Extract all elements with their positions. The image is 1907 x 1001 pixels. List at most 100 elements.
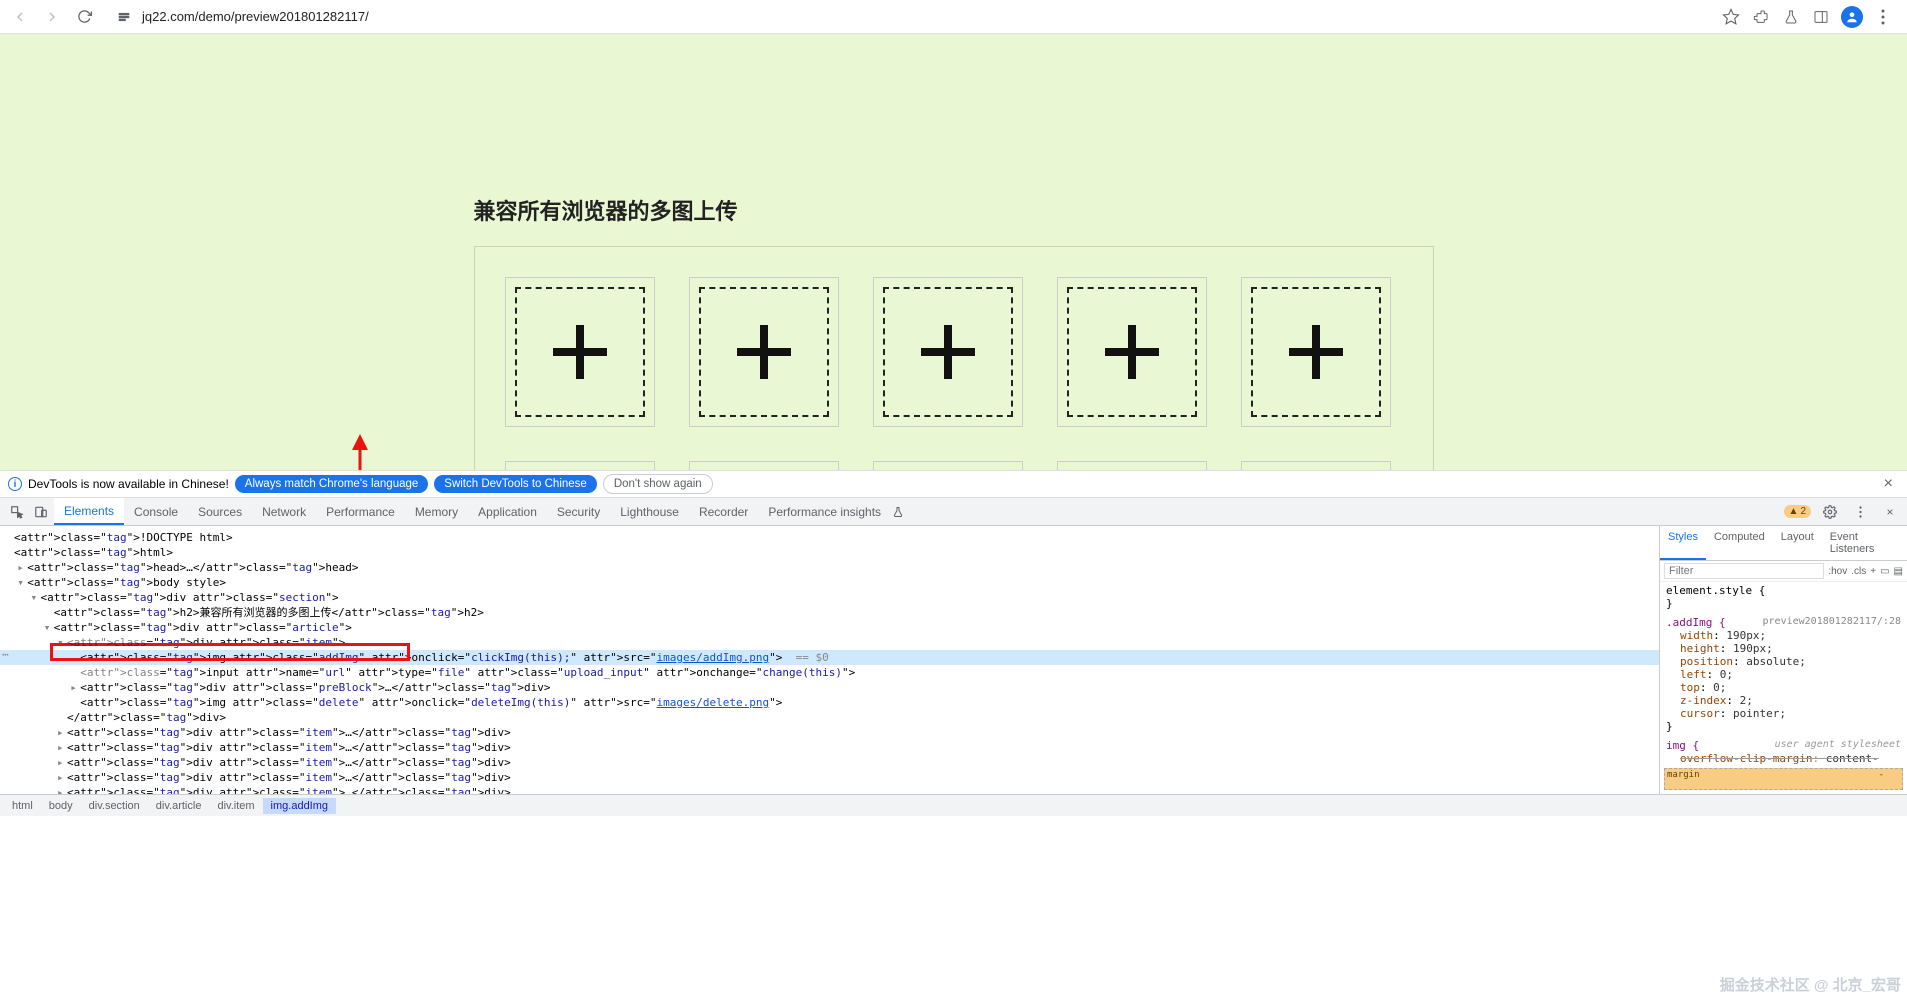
toolbar-right <box>1721 6 1899 28</box>
elements-panel[interactable]: ⋯ <attr">class="tag">!DOCTYPE html> <att… <box>0 526 1659 794</box>
breadcrumb-item[interactable]: body <box>41 798 81 814</box>
devtools-menu-icon[interactable] <box>1849 501 1871 523</box>
site-info-icon[interactable] <box>114 7 134 27</box>
devtools-close-icon[interactable]: × <box>1879 501 1901 523</box>
settings-gear-icon[interactable] <box>1819 501 1841 523</box>
element-tree-line[interactable]: ▸<attr">class="tag">div attr">class="pre… <box>0 680 1659 695</box>
extensions-icon[interactable] <box>1751 7 1771 27</box>
styles-tab-styles[interactable]: Styles <box>1660 526 1706 560</box>
css-property[interactable]: width: 190px; <box>1666 629 1901 642</box>
element-tree-line[interactable]: <attr">class="tag">!DOCTYPE html> <box>0 530 1659 545</box>
forward-button[interactable] <box>40 5 64 29</box>
add-image-button[interactable] <box>1067 287 1197 417</box>
css-property[interactable]: overflow-clip-margin: content-box; <box>1666 752 1901 764</box>
breadcrumb-item[interactable]: div.item <box>209 798 262 814</box>
element-tree-line[interactable]: <attr">class="tag">h2>兼容所有浏览器的多图上传</attr… <box>0 605 1659 620</box>
upload-item <box>873 277 1023 427</box>
add-image-button[interactable] <box>1251 287 1381 417</box>
devtools-tab-performance[interactable]: Performance <box>316 498 405 525</box>
devtools-tab-lighthouse[interactable]: Lighthouse <box>610 498 689 525</box>
back-button[interactable] <box>8 5 32 29</box>
hov-toggle[interactable]: :hov <box>1828 566 1847 577</box>
css-rule[interactable]: img {user agent stylesheet <box>1666 739 1901 752</box>
element-tree-line[interactable]: ▾<attr">class="tag">div attr">class="sec… <box>0 590 1659 605</box>
add-image-button[interactable] <box>883 287 1013 417</box>
page-title: 兼容所有浏览器的多图上传 <box>474 194 1434 226</box>
devtools-tab-memory[interactable]: Memory <box>405 498 468 525</box>
css-property[interactable]: left: 0; <box>1666 668 1901 681</box>
element-tree-line[interactable]: ▸<attr">class="tag">div attr">class="ite… <box>0 755 1659 770</box>
devtools-tab-performance-insights[interactable]: Performance insights <box>758 498 891 525</box>
devtools-tab-sources[interactable]: Sources <box>188 498 252 525</box>
computed-toggle-icon[interactable]: ▭ <box>1880 566 1889 577</box>
rendering-icon[interactable]: ▤ <box>1894 566 1903 577</box>
element-tree-line[interactable]: ▸<attr">class="tag">div attr">class="ite… <box>0 740 1659 755</box>
element-tree-line[interactable]: ▾<attr">class="tag">body style> <box>0 575 1659 590</box>
css-property[interactable]: cursor: pointer; <box>1666 707 1901 720</box>
css-property[interactable]: z-index: 2; <box>1666 694 1901 707</box>
element-tree-line[interactable]: ▸<attr">class="tag">div attr">class="ite… <box>0 770 1659 785</box>
add-image-button[interactable] <box>699 287 829 417</box>
element-tree-line[interactable]: <attr">class="tag">img attr">class="addI… <box>0 650 1659 665</box>
add-image-button[interactable] <box>515 287 645 417</box>
devtools-tab-network[interactable]: Network <box>252 498 316 525</box>
ellipsis-icon[interactable]: ⋯ <box>2 648 9 661</box>
element-tree-line[interactable]: ▸<attr">class="tag">div attr">class="ite… <box>0 725 1659 740</box>
breadcrumb-item[interactable]: div.article <box>148 798 210 814</box>
address-bar[interactable]: jq22.com/demo/preview201801282117/ <box>104 3 1713 31</box>
element-tree-line[interactable]: ▾<attr">class="tag">div attr">class="ite… <box>0 635 1659 650</box>
reload-button[interactable] <box>72 5 96 29</box>
styles-tab-computed[interactable]: Computed <box>1706 526 1773 560</box>
devtools-tab-elements[interactable]: Elements <box>54 498 124 525</box>
upload-article <box>474 246 1434 470</box>
switch-devtools-chinese-button[interactable]: Switch DevTools to Chinese <box>434 475 597 493</box>
element-tree-line[interactable]: </attr">class="tag">div> <box>0 710 1659 725</box>
devtools-tab-security[interactable]: Security <box>547 498 610 525</box>
info-icon: i <box>8 477 22 491</box>
warning-badge[interactable]: ▲ 2 <box>1784 505 1811 518</box>
upload-item <box>505 461 655 470</box>
profile-avatar-icon[interactable] <box>1841 6 1863 28</box>
styles-tabs: StylesComputedLayoutEvent Listeners <box>1660 526 1907 561</box>
breadcrumb-item[interactable]: img.addImg <box>263 798 336 814</box>
css-property[interactable]: top: 0; <box>1666 681 1901 694</box>
upload-item <box>1057 277 1207 427</box>
url-text: jq22.com/demo/preview201801282117/ <box>142 9 369 24</box>
inspect-icon[interactable] <box>6 501 28 523</box>
box-model: margin - <box>1660 764 1907 794</box>
breadcrumb-item[interactable]: div.section <box>81 798 148 814</box>
upload-item <box>1241 461 1391 470</box>
always-match-language-button[interactable]: Always match Chrome's language <box>235 475 429 493</box>
devtools-tab-recorder[interactable]: Recorder <box>689 498 758 525</box>
cls-toggle[interactable]: .cls <box>1851 566 1866 577</box>
device-toggle-icon[interactable] <box>30 501 52 523</box>
css-property[interactable]: height: 190px; <box>1666 642 1901 655</box>
labs-flask-icon[interactable] <box>1781 7 1801 27</box>
browser-toolbar: jq22.com/demo/preview201801282117/ <box>0 0 1907 34</box>
bookmark-star-icon[interactable] <box>1721 7 1741 27</box>
side-panel-icon[interactable] <box>1811 7 1831 27</box>
element-tree-line[interactable]: <attr">class="tag">html> <box>0 545 1659 560</box>
devtools-tab-console[interactable]: Console <box>124 498 188 525</box>
css-rule[interactable]: .addImg {preview201801282117/:28 <box>1666 616 1901 629</box>
menu-icon[interactable] <box>1873 7 1893 27</box>
breadcrumb-item[interactable]: html <box>4 798 41 814</box>
element-tree-line[interactable]: <attr">class="tag">img attr">class="dele… <box>0 695 1659 710</box>
styles-filter-input[interactable] <box>1664 563 1824 579</box>
devtools-tab-application[interactable]: Application <box>468 498 547 525</box>
css-property[interactable]: position: absolute; <box>1666 655 1901 668</box>
element-tree-line[interactable]: ▸<attr">class="tag">div attr">class="ite… <box>0 785 1659 794</box>
new-rule-icon[interactable]: + <box>1870 566 1876 577</box>
styles-tab-event-listeners[interactable]: Event Listeners <box>1822 526 1907 560</box>
devtools-body: ⋯ <attr">class="tag">!DOCTYPE html> <att… <box>0 526 1907 794</box>
element-tree-line[interactable]: <attr">class="tag">input attr">name="url… <box>0 665 1659 680</box>
dont-show-again-button[interactable]: Don't show again <box>603 474 713 494</box>
close-icon[interactable]: × <box>1878 475 1899 493</box>
element-tree-line[interactable]: ▸<attr">class="tag">head>…</attr">class=… <box>0 560 1659 575</box>
styles-tab-layout[interactable]: Layout <box>1773 526 1822 560</box>
upload-item <box>689 461 839 470</box>
element-tree-line[interactable]: ▾<attr">class="tag">div attr">class="art… <box>0 620 1659 635</box>
element-style-rule[interactable]: element.style { <box>1666 584 1901 597</box>
upload-item <box>1057 461 1207 470</box>
styles-body[interactable]: element.style {}.addImg {preview20180128… <box>1660 582 1907 764</box>
